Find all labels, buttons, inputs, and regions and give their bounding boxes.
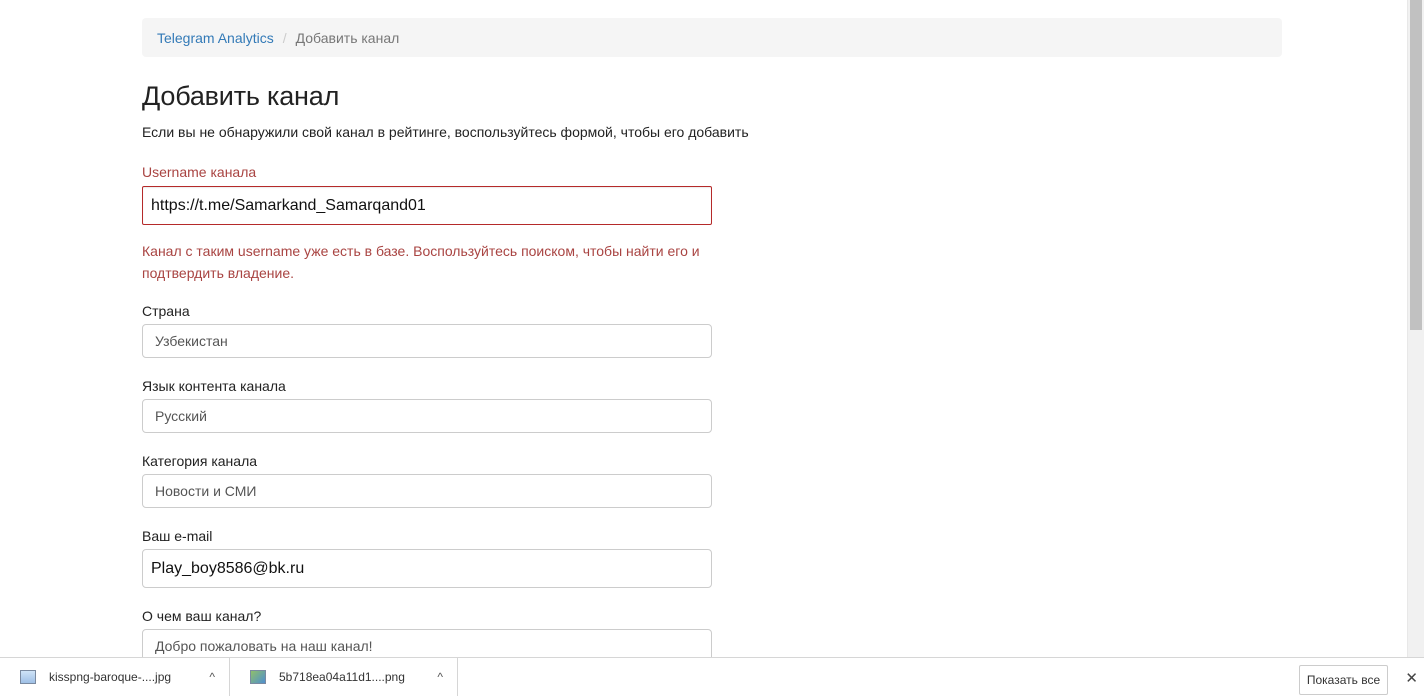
category-label: Категория канала [142,453,258,469]
breadcrumb-current: Добавить канал [295,29,400,46]
username-group: Username канала Канал с таким username у… [142,162,712,284]
download-item[interactable]: 5b718ea04a11d1....png ^ [230,657,458,696]
country-select[interactable] [142,324,712,358]
breadcrumb: Telegram Analytics / Добавить канал [142,18,1282,57]
email-group: Ваш e-mail [142,526,712,588]
download-filename: kisspng-baroque-....jpg [49,670,172,684]
category-select[interactable] [142,474,712,508]
breadcrumb-home-link[interactable]: Telegram Analytics [157,30,274,46]
image-file-icon [250,670,266,684]
username-label: Username канала [142,164,257,180]
chevron-up-icon[interactable]: ^ [437,670,443,684]
vertical-scrollbar[interactable] [1407,0,1424,657]
country-label: Страна [142,303,190,319]
download-filename: 5b718ea04a11d1....png [279,670,405,684]
language-label: Язык контента канала [142,378,286,394]
scrollbar-thumb[interactable] [1410,0,1422,330]
close-icon[interactable]: ✕ [1405,669,1418,687]
downloads-bar: kisspng-baroque-....jpg ^ 5b718ea04a11d1… [0,657,1424,696]
page-title: Добавить канал [142,81,340,111]
email-input[interactable] [142,549,712,588]
chevron-up-icon[interactable]: ^ [209,670,215,684]
about-group: О чем ваш канал? [142,606,712,663]
username-error-message: Канал с таким username уже есть в базе. … [142,243,700,281]
about-label: О чем ваш канал? [142,608,262,624]
category-group: Категория канала [142,451,712,508]
download-item[interactable]: kisspng-baroque-....jpg ^ [0,657,230,696]
email-label: Ваш e-mail [142,528,213,544]
language-select[interactable] [142,399,712,433]
add-channel-form: Username канала Канал с таким username у… [142,162,712,663]
image-file-icon [20,670,36,684]
country-group: Страна [142,301,712,358]
main-container: Telegram Analytics / Добавить канал Доба… [142,18,1282,663]
breadcrumb-separator: / [282,29,287,46]
show-all-downloads-button[interactable]: Показать все [1299,665,1388,695]
username-input[interactable] [142,186,712,225]
language-group: Язык контента канала [142,376,712,433]
page-intro: Если вы не обнаружили свой канал в рейти… [142,124,749,140]
